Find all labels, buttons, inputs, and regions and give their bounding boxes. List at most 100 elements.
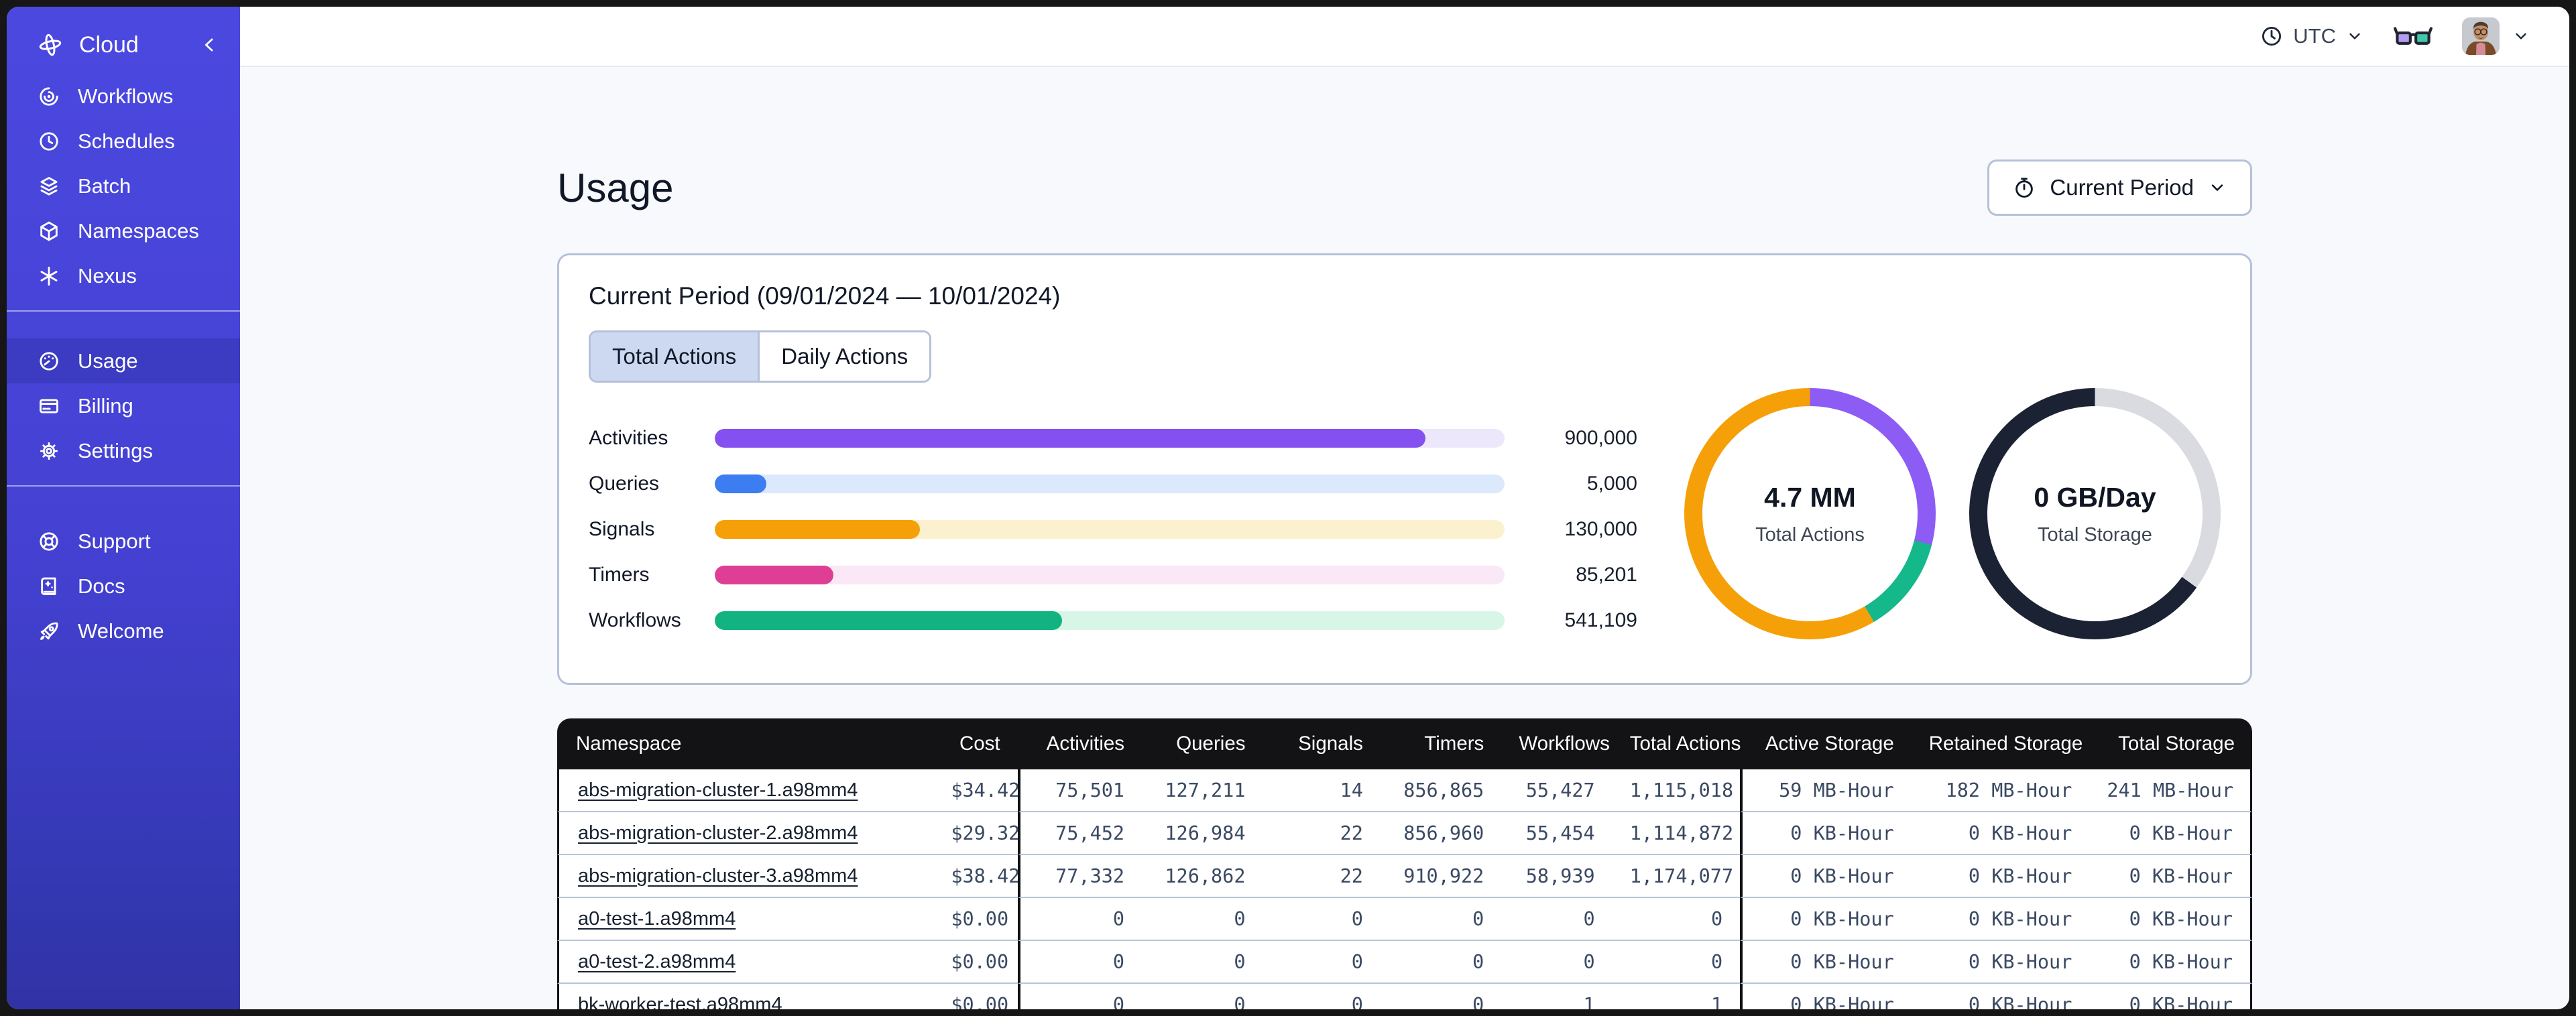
value-cell: 1 bbox=[1501, 984, 1613, 1009]
timezone-selector[interactable]: UTC bbox=[2260, 24, 2364, 48]
usage-bar-track bbox=[715, 474, 1505, 493]
sidebar-item-label: Settings bbox=[78, 438, 154, 462]
usage-bar-track bbox=[715, 566, 1505, 584]
value-cell: 0 KB-Hour bbox=[2089, 984, 2252, 1009]
value-cell: 0 bbox=[1017, 941, 1143, 984]
sidebar-item-welcome[interactable]: Welcome bbox=[7, 609, 240, 653]
usage-bar-chart: Activities 900,000 Queries 5,000 Signals 130,… bbox=[589, 388, 1637, 656]
value-cell: $0.00 bbox=[933, 898, 1018, 941]
sidebar-item-support[interactable]: Support bbox=[7, 519, 240, 564]
chevron-down-icon bbox=[2345, 27, 2364, 46]
namespace-cell: bk-worker-test.a98mm4 bbox=[557, 984, 934, 1010]
docs-book-icon bbox=[38, 575, 60, 598]
billing-card-icon bbox=[38, 395, 60, 418]
tab-daily-actions[interactable]: Daily Actions bbox=[758, 332, 930, 381]
value-cell: 0 bbox=[1380, 984, 1502, 1009]
usage-bar-label: Signals bbox=[589, 518, 655, 540]
app-window: Cloud Workflows Schedules Batch Namespac… bbox=[7, 7, 2569, 1009]
brand-label: Cloud bbox=[79, 31, 139, 58]
value-cell: 55,454 bbox=[1501, 812, 1613, 855]
namespace-link[interactable]: a0-test-1.a98mm4 bbox=[578, 908, 736, 930]
usage-bar-value: 900,000 bbox=[1564, 427, 1637, 449]
value-cell: 22 bbox=[1263, 812, 1381, 855]
content: Usage Current Period Current Period (09/… bbox=[240, 67, 2569, 1009]
table-row: bk-worker-test.a98mm4 $0.00 0 0 0 0 1 1 0 KB-Hou… bbox=[557, 984, 2252, 1009]
value-cell: 77,332 bbox=[1017, 855, 1143, 898]
namespace-link[interactable]: bk-worker-test.a98mm4 bbox=[578, 994, 782, 1010]
sidebar-item-schedules[interactable]: Schedules bbox=[7, 119, 240, 164]
usage-bar-row: Queries 5,000 bbox=[589, 472, 1637, 495]
namespace-link[interactable]: a0-test-2.a98mm4 bbox=[578, 951, 736, 972]
sidebar-item-label: Workflows bbox=[78, 84, 174, 108]
value-cell: 14 bbox=[1263, 769, 1381, 812]
value-cell: 126,862 bbox=[1142, 855, 1263, 898]
usage-bar-fill bbox=[715, 474, 766, 493]
namespace-link[interactable]: abs-migration-cluster-2.a98mm4 bbox=[578, 822, 858, 844]
sidebar-item-usage[interactable]: Usage bbox=[7, 338, 240, 383]
sidebar-item-docs[interactable]: Docs bbox=[7, 564, 240, 609]
value-cell: 126,984 bbox=[1142, 812, 1263, 855]
value-cell: 1,114,872 bbox=[1612, 812, 1741, 855]
donut-label: Total Actions bbox=[1755, 523, 1865, 546]
nerd-glasses-icon[interactable] bbox=[2394, 23, 2433, 50]
value-cell: 910,922 bbox=[1380, 855, 1502, 898]
namespace-cell: abs-migration-cluster-2.a98mm4 bbox=[557, 812, 934, 855]
usage-bar-row: Signals 130,000 bbox=[589, 518, 1637, 540]
usage-bar-row: Activities 900,000 bbox=[589, 427, 1637, 449]
value-cell: 127,211 bbox=[1142, 769, 1263, 812]
account-menu[interactable] bbox=[2462, 17, 2530, 55]
sidebar-item-label: Usage bbox=[78, 348, 138, 373]
col-total-storage: Total Storage bbox=[2089, 718, 2252, 769]
table-header: Namespace Cost Activities Queries Signal… bbox=[557, 718, 2252, 769]
value-cell: 75,501 bbox=[1017, 769, 1143, 812]
value-cell: 0 KB-Hour bbox=[1740, 941, 1912, 984]
namespace-link[interactable]: abs-migration-cluster-1.a98mm4 bbox=[578, 779, 858, 801]
card-title: Current Period (09/01/2024 — 10/01/2024) bbox=[589, 282, 1061, 310]
table-row: a0-test-2.a98mm4 $0.00 0 0 0 0 0 0 0 KB-Hour 0 KB… bbox=[557, 941, 2252, 984]
value-cell: 241 MB-Hour bbox=[2089, 769, 2252, 812]
value-cell: 0 KB-Hour bbox=[1911, 855, 2090, 898]
sidebar-nav-main: Workflows Schedules Batch Namespaces Nex… bbox=[7, 74, 240, 298]
value-cell: 0 bbox=[1612, 898, 1741, 941]
period-selector-button[interactable]: Current Period bbox=[1987, 160, 2252, 216]
settings-gear-icon bbox=[38, 440, 60, 462]
brand[interactable]: Cloud bbox=[38, 32, 198, 58]
value-cell: 22 bbox=[1263, 855, 1381, 898]
topbar: UTC bbox=[240, 7, 2569, 67]
chart-row: Activities 900,000 Queries 5,000 Signals 130,… bbox=[589, 388, 2221, 656]
namespace-cell: a0-test-1.a98mm4 bbox=[557, 898, 934, 941]
sidebar-item-settings[interactable]: Settings bbox=[7, 428, 240, 473]
value-cell: $29.32 bbox=[933, 812, 1018, 855]
sidebar-item-label: Support bbox=[78, 529, 151, 553]
value-cell: 0 bbox=[1612, 941, 1741, 984]
sidebar-item-namespaces[interactable]: Namespaces bbox=[7, 208, 240, 253]
table-row: abs-migration-cluster-3.a98mm4 $38.42 77,3… bbox=[557, 855, 2252, 898]
page-title: Usage bbox=[557, 165, 674, 210]
value-cell: 1 bbox=[1612, 984, 1741, 1009]
col-workflows: Workflows bbox=[1501, 718, 1613, 769]
usage-bar-label: Queries bbox=[589, 472, 660, 495]
value-cell: 58,939 bbox=[1501, 855, 1613, 898]
sidebar-collapse-icon[interactable] bbox=[198, 34, 221, 56]
usage-bar-track bbox=[715, 520, 1505, 539]
col-activities: Activities bbox=[1017, 718, 1143, 769]
sidebar-item-workflows[interactable]: Workflows bbox=[7, 74, 240, 119]
temporal-logo-icon bbox=[38, 32, 63, 58]
sidebar-item-nexus[interactable]: Nexus bbox=[7, 253, 240, 298]
sidebar-item-billing[interactable]: Billing bbox=[7, 383, 240, 428]
value-cell: 0 bbox=[1142, 984, 1263, 1009]
sidebar-item-label: Batch bbox=[78, 174, 131, 198]
value-cell: 0 KB-Hour bbox=[1911, 984, 2090, 1009]
nexus-asterisk-icon bbox=[38, 265, 60, 288]
value-cell: 1,174,077 bbox=[1612, 855, 1741, 898]
clock-icon bbox=[2260, 24, 2284, 48]
usage-bar-value: 5,000 bbox=[1586, 472, 1637, 495]
batch-layers-icon bbox=[38, 175, 60, 198]
sidebar-item-batch[interactable]: Batch bbox=[7, 164, 240, 208]
screenshot-frame: Cloud Workflows Schedules Batch Namespac… bbox=[0, 0, 2576, 1016]
tab-total-actions[interactable]: Total Actions bbox=[591, 332, 758, 381]
value-cell: 0 KB-Hour bbox=[1911, 898, 2090, 941]
chevron-down-icon bbox=[2512, 27, 2530, 46]
namespace-link[interactable]: abs-migration-cluster-3.a98mm4 bbox=[578, 865, 858, 887]
chevron-down-icon bbox=[2207, 178, 2227, 198]
